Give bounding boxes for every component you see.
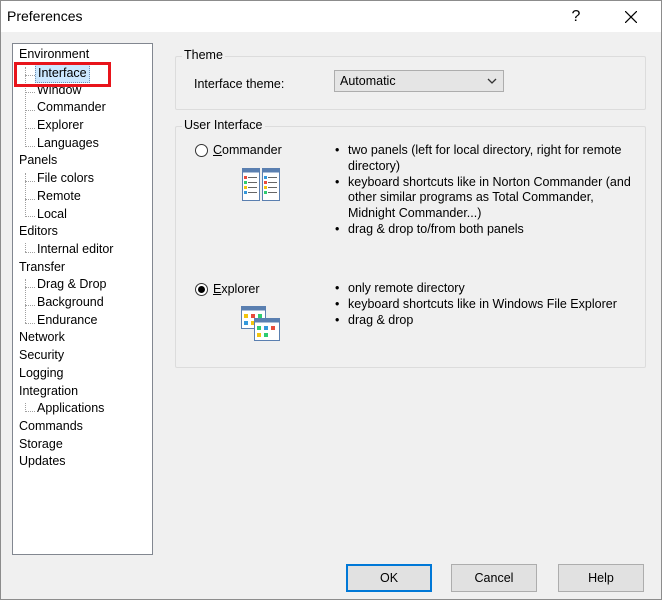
tree-line	[25, 92, 35, 93]
tree-item-panels[interactable]: Panels	[17, 152, 59, 169]
tree-item-updates[interactable]: Updates	[17, 453, 68, 470]
tree-item-network[interactable]: Network	[17, 329, 67, 346]
tree-item-remote[interactable]: Remote	[35, 188, 83, 205]
explorer-layout-icon	[241, 306, 280, 341]
commander-layout-icon	[242, 168, 280, 201]
tree-line	[25, 110, 35, 111]
tree-line	[25, 411, 35, 412]
tree-line	[25, 67, 26, 147]
tree-item-internal-editor[interactable]: Internal editor	[35, 241, 115, 258]
explorer-radio-label[interactable]: Explorer	[213, 282, 260, 296]
explorer-features-list: only remote directory keyboard shortcuts…	[335, 281, 640, 328]
tree-item-drag-drop[interactable]: Drag & Drop	[35, 276, 108, 293]
list-item: drag & drop	[335, 313, 640, 329]
tree-item-storage[interactable]: Storage	[17, 436, 65, 453]
tree-item-interface[interactable]: Interface	[35, 64, 90, 83]
explorer-radio[interactable]	[195, 283, 208, 296]
tree-item-transfer[interactable]: Transfer	[17, 259, 67, 276]
tree-item-commands[interactable]: Commands	[17, 418, 85, 435]
tree-line	[25, 252, 35, 253]
preferences-dialog: Preferences ? Environment Interface Wind…	[0, 0, 662, 600]
tree-line	[25, 243, 26, 252]
help-button[interactable]: Help	[558, 564, 644, 592]
help-title-button[interactable]: ?	[553, 1, 599, 32]
ok-button[interactable]: OK	[346, 564, 432, 592]
tree-line	[25, 128, 35, 129]
tree-line	[25, 199, 35, 200]
tree-item-security[interactable]: Security	[17, 347, 66, 364]
tree-line	[25, 146, 35, 147]
radio-selected-dot	[198, 286, 205, 293]
tree-item-logging[interactable]: Logging	[17, 365, 66, 382]
interface-theme-value: Automatic	[340, 74, 396, 88]
window-title: Preferences	[7, 8, 83, 24]
tree-line	[25, 181, 35, 182]
tree-line	[25, 75, 35, 76]
commander-radio[interactable]	[195, 144, 208, 157]
tree-item-window[interactable]: Window	[35, 82, 83, 99]
tree-item-environment[interactable]: Environment	[17, 46, 91, 63]
title-bar: Preferences ?	[1, 1, 661, 32]
tree-item-file-colors[interactable]: File colors	[35, 170, 96, 187]
list-item: drag & drop to/from both panels	[335, 222, 640, 238]
tree-line	[25, 287, 35, 288]
list-item: keyboard shortcuts like in Windows File …	[335, 297, 640, 313]
commander-radio-label[interactable]: Commander	[213, 143, 282, 157]
list-item: two panels (left for local directory, ri…	[335, 143, 640, 175]
list-item: keyboard shortcuts like in Norton Comman…	[335, 175, 640, 222]
tree-item-commander[interactable]: Commander	[35, 99, 108, 116]
cancel-button[interactable]: Cancel	[451, 564, 537, 592]
user-interface-group-title: User Interface	[182, 118, 265, 132]
tree-item-local[interactable]: Local	[35, 206, 69, 223]
chevron-down-icon	[487, 78, 497, 84]
tree-line	[25, 173, 26, 217]
close-button[interactable]	[608, 1, 654, 32]
tree-line	[25, 216, 35, 217]
tree-item-editors[interactable]: Editors	[17, 223, 60, 240]
theme-group-title: Theme	[182, 48, 225, 62]
tree-item-endurance[interactable]: Endurance	[35, 312, 99, 329]
commander-features-list: two panels (left for local directory, ri…	[335, 143, 640, 238]
tree-item-languages[interactable]: Languages	[35, 135, 101, 152]
tree-line	[25, 279, 26, 323]
tree-line	[25, 323, 35, 324]
tree-item-applications[interactable]: Applications	[35, 400, 106, 417]
interface-theme-select[interactable]: Automatic	[334, 70, 504, 92]
tree-item-integration[interactable]: Integration	[17, 383, 80, 400]
preferences-tree[interactable]: Environment Interface Window Commander E…	[12, 43, 153, 555]
list-item: only remote directory	[335, 281, 640, 297]
interface-theme-label: Interface theme:	[194, 77, 285, 91]
tree-line	[25, 305, 35, 306]
close-icon	[624, 10, 638, 24]
tree-item-background[interactable]: Background	[35, 294, 106, 311]
tree-item-explorer[interactable]: Explorer	[35, 117, 86, 134]
